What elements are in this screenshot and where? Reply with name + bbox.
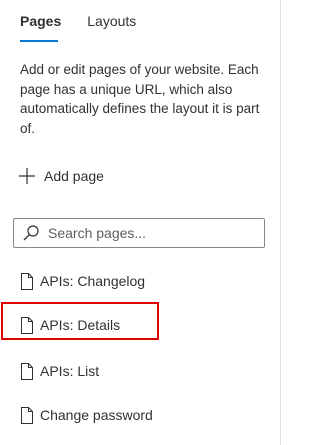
pages-panel: Pages Layouts Add or edit pages of your … xyxy=(0,0,280,445)
highlight-box xyxy=(1,302,159,340)
panel-divider xyxy=(280,0,281,445)
tab-layouts[interactable]: Layouts xyxy=(87,12,136,44)
plus-icon xyxy=(19,168,35,184)
page-item-label: Change password xyxy=(40,407,153,423)
search-input[interactable] xyxy=(48,225,248,241)
page-icon xyxy=(21,406,33,424)
panel-description: Add or edit pages of your website. Each … xyxy=(20,62,260,136)
page-icon xyxy=(21,272,33,290)
page-item-label: APIs: Changelog xyxy=(40,273,146,289)
tab-bar: Pages Layouts xyxy=(20,12,136,44)
tab-pages-label: Pages xyxy=(20,13,62,29)
add-page-button[interactable]: Add page xyxy=(18,164,104,188)
page-item-change-password[interactable]: Change password xyxy=(20,404,153,426)
search-icon xyxy=(23,225,39,241)
tab-pages[interactable]: Pages xyxy=(20,12,61,44)
add-page-label: Add page xyxy=(44,168,104,184)
tab-layouts-label: Layouts xyxy=(87,13,137,29)
page-item-label: APIs: List xyxy=(40,363,100,379)
page-item-apis-list[interactable]: APIs: List xyxy=(20,360,99,382)
page-icon xyxy=(21,362,33,380)
page-item-apis-changelog[interactable]: APIs: Changelog xyxy=(20,270,145,292)
search-box[interactable] xyxy=(13,218,265,248)
active-tab-indicator xyxy=(20,40,58,42)
